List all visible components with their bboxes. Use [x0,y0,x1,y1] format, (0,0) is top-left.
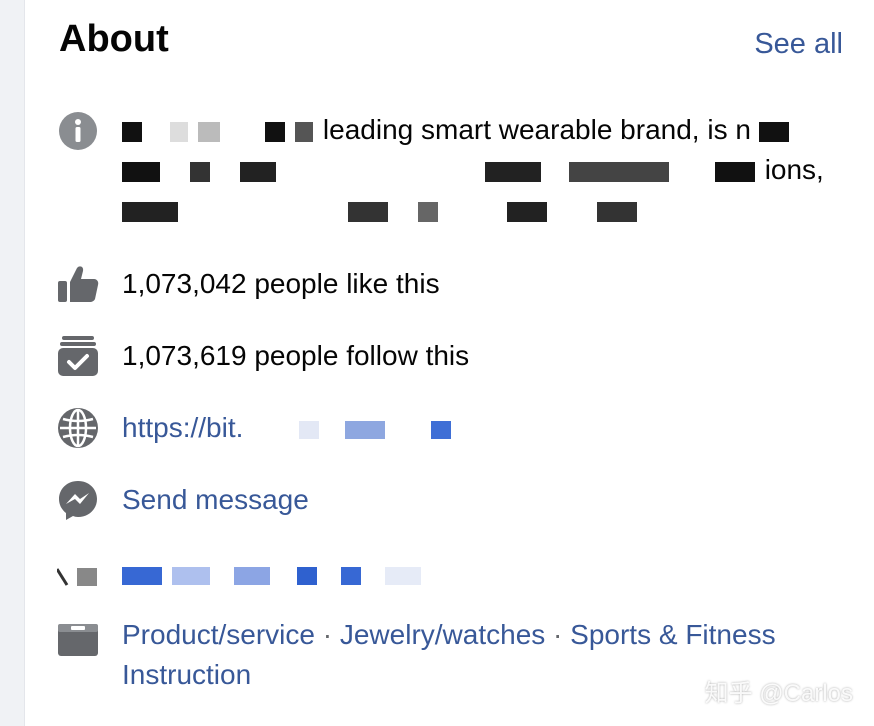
follow-check-icon [57,335,99,377]
watermark: 知乎 @Carlos [704,680,853,707]
see-all-link[interactable]: See all [754,28,843,61]
redaction [239,161,276,182]
about-title: About [59,18,169,60]
redaction [507,201,548,222]
info-icon [57,110,99,152]
redaction [430,420,451,439]
email-row [57,556,847,592]
website-row: https://bit. [57,407,847,449]
message-row[interactable]: Send message [57,479,847,521]
category-folder-icon [57,617,99,659]
likes-row: 1,073,042 people like this [57,263,847,305]
website-link[interactable]: https://bit. [122,408,453,448]
redaction [344,420,385,439]
description-text-2: ions, [764,154,822,185]
category-jewelry-watches[interactable]: Jewelry/watches [340,619,545,650]
email-icon [57,556,99,598]
redaction [341,566,362,585]
redaction [714,161,755,182]
redaction [384,566,421,585]
follows-count: 1,073,619 people follow this [122,340,470,371]
messenger-icon [57,479,99,521]
redaction [485,161,542,182]
description-text-1: leading smart wearable brand, is n [322,114,751,145]
redaction [122,566,162,585]
redaction [122,161,160,182]
send-message-link[interactable]: Send message [122,480,309,520]
redaction [299,420,320,439]
description-line-2: ions, [122,150,822,190]
redaction [189,161,210,182]
redaction [122,121,142,142]
redaction [758,121,789,142]
redaction [295,121,314,142]
redaction [197,121,220,142]
redaction [597,201,638,222]
page-description: leading smart wearable brand, is n ions, [122,110,822,230]
website-url[interactable]: https://bit. [122,412,243,443]
description-line-1: leading smart wearable brand, is n [122,110,822,150]
redaction [171,566,210,585]
category-separator: · [314,619,340,650]
redaction [122,201,178,222]
description-row: leading smart wearable brand, is n ions, [57,110,847,240]
redaction [347,201,388,222]
follows-row: 1,073,619 people follow this [57,335,847,377]
globe-icon [57,407,99,449]
likes-count: 1,073,042 people like this [122,268,440,299]
email-redacted [122,554,423,594]
redaction [265,121,286,142]
redaction [297,566,318,585]
category-separator: · [545,619,571,650]
thumbs-up-icon [57,263,99,305]
redaction [417,201,438,222]
about-card: About See all leading smart wearable bra… [24,0,874,726]
redaction [233,566,270,585]
redaction [169,121,188,142]
description-line-3 [122,190,822,230]
redaction [569,161,670,182]
category-product-service[interactable]: Product/service [122,619,315,650]
